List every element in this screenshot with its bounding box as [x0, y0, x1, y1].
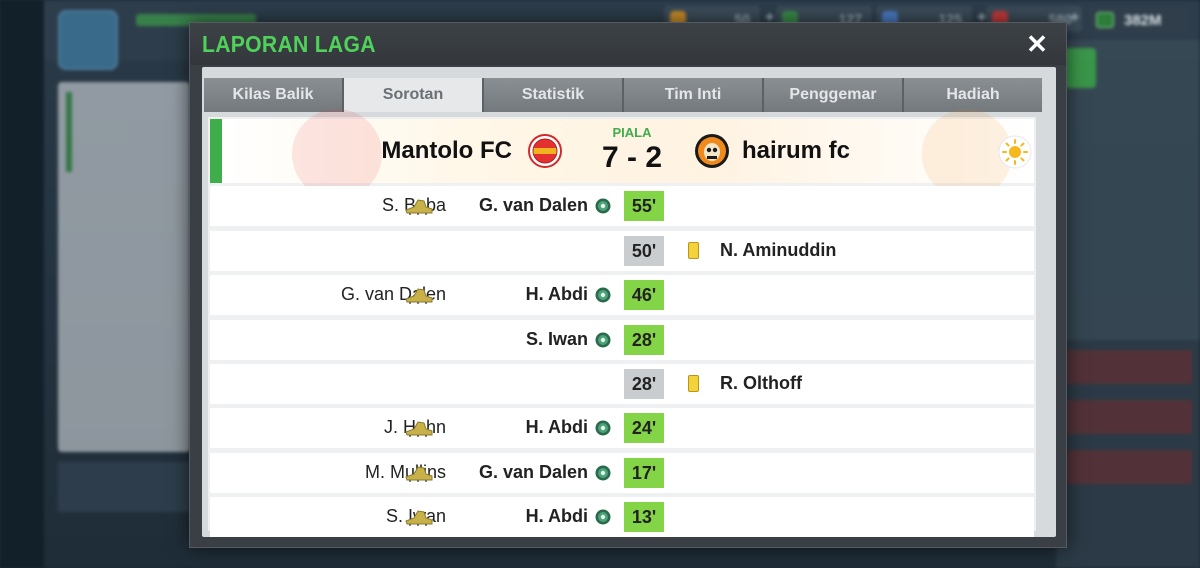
- tab-sorotan[interactable]: Sorotan: [344, 78, 484, 112]
- event-minute: 55': [624, 191, 664, 221]
- goal-event-row: G. van Dalen H. Abdi 46': [210, 275, 1034, 315]
- ball-icon: [595, 420, 611, 436]
- modal-header: LAPORAN LAGA ✕: [190, 23, 1066, 65]
- goal-scorer-name: H. Abdi: [525, 284, 588, 304]
- goal-scorer-name: G. van Dalen: [478, 462, 588, 482]
- bg-club-logo: [58, 10, 118, 70]
- bg-right-panel-lower: [1056, 340, 1200, 568]
- booked-player-name: N. Aminuddin: [720, 240, 837, 260]
- tab-bar: Kilas Balik Sorotan Statistik Tim Inti P…: [204, 78, 1042, 112]
- bg-money-counter: 382M: [1090, 6, 1190, 34]
- booked-player-name: R. Olthoff: [720, 373, 802, 393]
- goal-event-row: S. Iwan 28': [210, 320, 1034, 360]
- event-minute: 28': [624, 325, 664, 355]
- event-minute: 28': [624, 369, 664, 399]
- tab-kilas-balik[interactable]: Kilas Balik: [204, 78, 344, 112]
- boot-assist-icon: [404, 286, 434, 304]
- close-icon[interactable]: ✕: [1024, 31, 1050, 57]
- tab-hadiah[interactable]: Hadiah: [904, 78, 1042, 112]
- goal-event-row: S. Iwan H. Abdi 13': [210, 497, 1034, 537]
- goal-event-row: M. Mullins G. van Dalen 17': [210, 453, 1034, 493]
- ball-icon: [595, 198, 611, 214]
- goal-scorer-name: H. Abdi: [525, 417, 588, 437]
- bg-money-value: 382M: [1124, 11, 1162, 29]
- home-team-crest-icon: [528, 134, 562, 168]
- away-team-name: hairum fc: [742, 137, 851, 164]
- home-team-name: Mantolo FC: [381, 137, 512, 164]
- highlights-content: Mantolo FC PIALA 7 - 2 hairum fc S. Baba…: [208, 109, 1036, 537]
- away-team-crest-icon: [695, 134, 729, 168]
- yellow-card-icon: [688, 242, 699, 259]
- event-minute: 13': [624, 502, 664, 532]
- ball-icon: [595, 332, 611, 348]
- tab-tim-inti[interactable]: Tim Inti: [624, 78, 764, 112]
- modal-title: LAPORAN LAGA: [202, 31, 376, 57]
- yellow-card-icon: [688, 375, 699, 392]
- ball-icon: [595, 465, 611, 481]
- boot-assist-icon: [404, 508, 434, 526]
- bg-right-panel: [1056, 40, 1200, 340]
- money-icon: [1096, 12, 1114, 28]
- score-header: Mantolo FC PIALA 7 - 2 hairum fc: [210, 109, 1034, 199]
- boot-assist-icon: [404, 419, 434, 437]
- bg-plus-icon: +: [1070, 9, 1080, 26]
- goal-scorer-name: G. van Dalen: [478, 195, 588, 215]
- tab-penggemar[interactable]: Penggemar: [764, 78, 904, 112]
- event-minute: 50': [624, 236, 664, 266]
- bg-bottom-panel: [58, 462, 190, 512]
- event-minute: 46': [624, 280, 664, 310]
- ball-icon: [595, 287, 611, 303]
- boot-assist-icon: [404, 197, 434, 215]
- match-report-modal: LAPORAN LAGA ✕ Kilas Balik Sorotan Stati…: [189, 22, 1067, 548]
- event-minute: 24': [624, 413, 664, 443]
- bg-left-panel: [58, 82, 190, 452]
- card-event-row: 28' R. Olthoff: [210, 364, 1034, 404]
- event-minute: 17': [624, 458, 664, 488]
- tab-statistik[interactable]: Statistik: [484, 78, 624, 112]
- goal-event-row: S. Baba G. van Dalen 55': [210, 186, 1034, 226]
- ball-icon: [595, 509, 611, 525]
- goal-scorer-name: H. Abdi: [525, 506, 588, 526]
- goal-event-row: J. HahnH. Abdi24': [210, 408, 1034, 448]
- modal-body: Kilas Balik Sorotan Statistik Tim Inti P…: [202, 67, 1056, 537]
- boot-assist-icon: [404, 464, 434, 482]
- goal-scorer-name: S. Iwan: [525, 329, 588, 349]
- card-event-row: 50' N. Aminuddin: [210, 231, 1034, 271]
- match-score: 7 - 2: [601, 141, 663, 174]
- bg-left-strip: [0, 0, 44, 568]
- competition-label: PIALA: [612, 125, 652, 140]
- sun-icon: [998, 135, 1032, 169]
